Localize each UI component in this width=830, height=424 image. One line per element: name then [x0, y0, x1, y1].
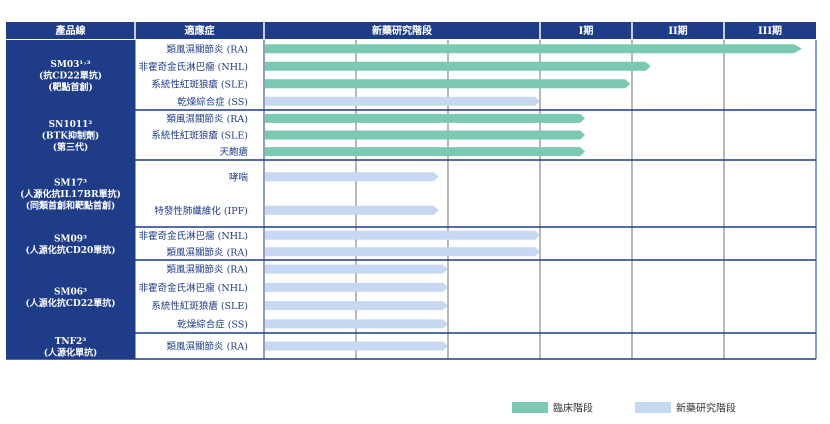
product-name-line: (抗CD22單抗) — [39, 70, 102, 82]
indication-label: 非霍奇金氏淋巴瘤 (NHL) — [139, 230, 248, 242]
legend-swatch-preclinical — [635, 402, 671, 413]
product-name-line: (第三代) — [53, 141, 89, 153]
bar-preclinical — [265, 205, 439, 215]
header-product-line: 產品線 — [55, 24, 86, 37]
bar-clinical — [265, 79, 631, 89]
indication-label: 系統性紅斑狼瘡 (SLE) — [151, 78, 248, 90]
bar-clinical — [265, 61, 651, 71]
bar-preclinical — [265, 282, 448, 292]
indication-label: 類風濕關節炎 (RA) — [167, 341, 248, 353]
product-name-line: SM06³ — [54, 287, 87, 297]
indication-label: 乾燥綜合症 (SS) — [177, 318, 248, 330]
bar-clinical — [265, 147, 586, 157]
product-name-line: (人源化抗CD22單抗) — [25, 297, 115, 309]
product-name-line: (人源化單抗) — [44, 346, 98, 358]
legend-label-preclinical: 新藥研究階段 — [676, 402, 736, 415]
indication-label: 類風濕關節炎 (RA) — [167, 113, 248, 125]
indication-label: 類風濕關節炎 (RA) — [167, 264, 248, 276]
product-name-line: SM03¹˒³ — [50, 60, 90, 70]
indication-label: 特發性肺纖維化 (IPF) — [154, 205, 248, 217]
bar-preclinical — [265, 247, 540, 257]
indication-label: 類風濕關節炎 (RA) — [167, 43, 248, 55]
indication-label: 系統性紅斑狼瘡 (SLE) — [151, 130, 248, 142]
product-name-line: SN1011² — [49, 120, 93, 130]
product-name-line: (人源化抗CD20單抗) — [25, 244, 115, 256]
header-preclinical-stage: 新藥研究階段 — [372, 24, 432, 37]
bar-preclinical — [265, 264, 448, 274]
indication-label: 非霍奇金氏淋巴瘤 (NHL) — [139, 61, 248, 73]
bar-clinical — [265, 44, 802, 54]
product-name-line: SM09³ — [54, 234, 87, 244]
bar-preclinical — [265, 341, 448, 351]
indication-label: 類風濕關節炎 (RA) — [167, 246, 248, 258]
header-phase-1: I期 — [579, 24, 594, 37]
bar-preclinical — [265, 319, 448, 329]
indication-label: 非霍奇金氏淋巴瘤 (NHL) — [139, 282, 248, 294]
indication-label: 哮喘 — [229, 171, 249, 183]
legend-label-clinical: 臨床階段 — [553, 402, 593, 415]
legend-swatch-clinical — [512, 402, 548, 413]
product-name-line: TNF2³ — [55, 337, 87, 347]
product-name-line: (靶點首創) — [48, 81, 93, 93]
product-name-line: (人源化抗IL17BR單抗) — [20, 188, 121, 200]
header-phase-3: III期 — [758, 24, 782, 37]
header-phase-2: II期 — [668, 24, 687, 37]
bar-preclinical — [265, 230, 540, 240]
indication-label: 天皰瘡 — [219, 146, 248, 158]
bar-preclinical — [265, 301, 448, 311]
bar-clinical — [265, 130, 586, 140]
bar-preclinical — [265, 96, 540, 106]
pipeline-chart: 產品線 適應症 新藥研究階段 I期 II期 III期SM03¹˒³(抗CD22單抗)(靶點… — [6, 22, 817, 415]
product-name-line: (BTK抑制劑) — [42, 130, 100, 142]
indication-label: 乾燥綜合症 (SS) — [177, 96, 248, 108]
bar-clinical — [265, 113, 586, 123]
header-indication: 適應症 — [185, 24, 215, 37]
indication-label: 系統性紅斑狼瘡 (SLE) — [151, 300, 248, 312]
bar-preclinical — [265, 172, 439, 182]
product-name-line: (同類首創和靶點首創) — [26, 200, 116, 212]
product-name-line: SM17³ — [54, 179, 87, 189]
